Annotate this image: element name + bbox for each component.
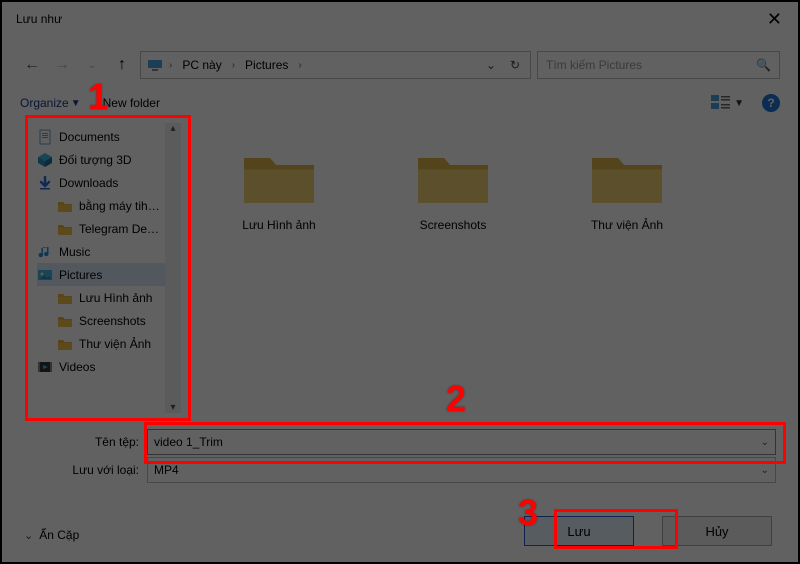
close-icon[interactable]: ✕: [761, 10, 788, 28]
organize-label: Organize: [20, 96, 69, 110]
filename-input[interactable]: video 1_Trim ⌄: [147, 429, 776, 455]
filetype-select[interactable]: MP4 ⌄: [147, 457, 776, 483]
tree-item[interactable]: Downloads: [37, 171, 181, 194]
down-icon: [37, 175, 53, 191]
address-bar[interactable]: › PC này › Pictures › ⌄ ↻: [140, 51, 531, 79]
chevron-down-icon[interactable]: ⌄: [761, 437, 769, 448]
chevron-down-icon[interactable]: ⌄: [761, 465, 769, 476]
new-folder-button[interactable]: New folder: [103, 96, 160, 110]
dialog-actions: Lưu Hủy: [524, 516, 772, 546]
breadcrumb-pictures[interactable]: Pictures: [241, 58, 292, 72]
pc-icon: [147, 57, 163, 73]
filetype-value: MP4: [154, 463, 179, 477]
tree-item[interactable]: Screenshots: [37, 309, 181, 332]
tree-item[interactable]: Music: [37, 240, 181, 263]
nav-row: ← → ⌄ ↑ › PC này › Pictures › ⌄ ↻ Tìm ki…: [20, 50, 780, 80]
tree-scrollbar[interactable]: ▴ ▾: [165, 123, 181, 413]
tree-item-label: Thư viện Ảnh: [79, 337, 151, 351]
chevron-right-icon: ›: [232, 60, 235, 71]
tree-item-label: Documents: [59, 130, 120, 144]
chevron-right-icon: ›: [298, 60, 301, 71]
filetype-row: Lưu với loại: MP4 ⌄: [24, 458, 776, 482]
folder-icon: [57, 290, 73, 306]
filename-value: video 1_Trim: [154, 435, 223, 449]
toolbar: Organize ▼ New folder ▼ ?: [20, 90, 780, 116]
cube-icon: [37, 152, 53, 168]
tree-item-label: Lưu Hình ảnh: [79, 291, 152, 305]
folder-icon: [57, 221, 73, 237]
refresh-icon[interactable]: ↻: [506, 58, 524, 72]
save-button[interactable]: Lưu: [524, 516, 634, 546]
chevron-down-icon: ▼: [734, 98, 744, 109]
search-input[interactable]: Tìm kiếm Pictures 🔍: [537, 51, 780, 79]
address-dropdown-icon[interactable]: ⌄: [482, 58, 500, 72]
tree-item-label: Đối tượng 3D: [59, 153, 132, 167]
folder-label: Lưu Hình ảnh: [242, 218, 315, 232]
filename-label: Tên tệp:: [24, 435, 139, 449]
tree-item-label: Screenshots: [79, 314, 146, 328]
search-icon: 🔍: [756, 58, 771, 72]
filename-row: Tên tệp: video 1_Trim ⌄: [24, 429, 776, 455]
pic-icon: [37, 267, 53, 283]
tree-item[interactable]: Đối tượng 3D: [37, 148, 181, 171]
tree-item[interactable]: Thư viện Ảnh: [37, 332, 181, 355]
dialog-title: Lưu như: [16, 12, 62, 26]
folder-item[interactable]: Screenshots: [398, 146, 508, 232]
forward-button[interactable]: →: [50, 53, 74, 77]
view-button[interactable]: ▼: [711, 94, 744, 113]
tree-item[interactable]: Telegram Desk…: [37, 217, 181, 240]
tree-item-label: Pictures: [59, 268, 102, 282]
tree-item-label: bằng máy tihs…: [79, 199, 165, 213]
folder-icon: [57, 198, 73, 214]
tree-item[interactable]: bằng máy tihs…: [37, 194, 181, 217]
recent-locations-dropdown[interactable]: ⌄: [80, 53, 104, 77]
music-icon: [37, 244, 53, 260]
folder-icon: [588, 146, 666, 208]
filetype-label: Lưu với loại:: [24, 463, 139, 477]
search-placeholder: Tìm kiếm Pictures: [546, 58, 642, 72]
tree-item[interactable]: Lưu Hình ảnh: [37, 286, 181, 309]
titlebar: Lưu như ✕: [16, 8, 788, 30]
folder-icon: [414, 146, 492, 208]
tree-item-label: Music: [59, 245, 90, 259]
video-icon: [37, 359, 53, 375]
up-button[interactable]: ↑: [110, 53, 134, 77]
tree-item[interactable]: Videos: [37, 355, 181, 378]
tree-item-label: Telegram Desk…: [79, 222, 165, 236]
hide-folders-toggle[interactable]: ⌄ Ẩn Cặp: [24, 528, 79, 542]
help-icon[interactable]: ?: [762, 94, 780, 112]
hide-folders-label: Ẩn Cặp: [39, 528, 79, 542]
tree-item[interactable]: Pictures: [37, 263, 181, 286]
tree-item[interactable]: Documents: [37, 125, 181, 148]
cancel-button[interactable]: Hủy: [662, 516, 772, 546]
scroll-down-icon[interactable]: ▾: [170, 402, 175, 413]
tree-item-label: Downloads: [59, 176, 118, 190]
folder-icon: [57, 313, 73, 329]
chevron-down-icon: ▼: [71, 98, 81, 109]
doc-icon: [37, 129, 53, 145]
folder-icon: [57, 336, 73, 352]
chevron-right-icon: ›: [169, 60, 172, 71]
folder-label: Screenshots: [420, 218, 487, 232]
navigation-tree[interactable]: Documents Đối tượng 3D Downloads bằng máy t…: [30, 122, 182, 414]
organize-menu[interactable]: Organize ▼: [20, 96, 81, 110]
view-icon: [711, 94, 731, 113]
folder-item[interactable]: Lưu Hình ảnh: [224, 146, 334, 232]
file-list[interactable]: Lưu Hình ảnh Screenshots Thư viện Ảnh: [194, 122, 776, 412]
chevron-down-icon: ⌄: [24, 529, 33, 542]
folder-icon: [240, 146, 318, 208]
back-button[interactable]: ←: [20, 53, 44, 77]
scroll-up-icon[interactable]: ▴: [170, 123, 175, 134]
folder-item[interactable]: Thư viện Ảnh: [572, 146, 682, 232]
breadcrumb-pc[interactable]: PC này: [178, 58, 225, 72]
folder-label: Thư viện Ảnh: [591, 218, 663, 232]
tree-item-label: Videos: [59, 360, 95, 374]
